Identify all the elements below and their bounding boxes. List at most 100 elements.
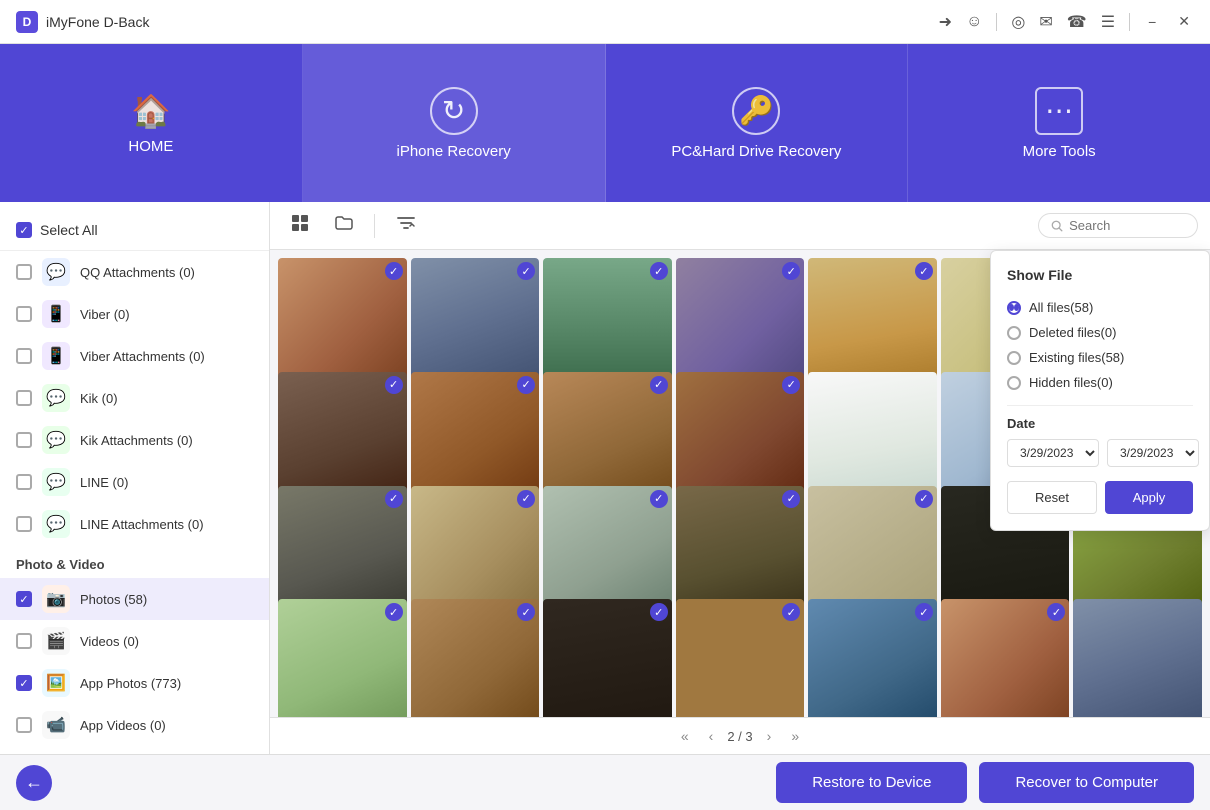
photo-checkmark[interactable]: ✓ bbox=[915, 490, 933, 508]
sidebar-item-kik-attachments[interactable]: 💬 Kik Attachments (0) bbox=[0, 419, 269, 461]
minimize-button[interactable]: − bbox=[1144, 14, 1160, 30]
search-input[interactable] bbox=[1069, 218, 1185, 233]
recover-to-computer-button[interactable]: Recover to Computer bbox=[979, 762, 1194, 803]
sidebar-item-viber-attachments[interactable]: 📱 Viber Attachments (0) bbox=[0, 335, 269, 377]
close-button[interactable]: ✕ bbox=[1174, 13, 1194, 30]
qq-attachments-checkbox[interactable] bbox=[16, 264, 32, 280]
app-videos-checkbox[interactable] bbox=[16, 717, 32, 733]
radio-all-files[interactable] bbox=[1007, 301, 1021, 315]
photo-cell[interactable]: ✓ bbox=[278, 599, 407, 717]
date-from-select[interactable]: 3/29/2023 bbox=[1007, 439, 1099, 467]
select-all-label[interactable]: Select All bbox=[40, 222, 98, 238]
photo-cell[interactable]: ✓ARKive bbox=[543, 486, 672, 615]
radio-hidden-files[interactable] bbox=[1007, 376, 1021, 390]
photo-cell[interactable]: ✓ bbox=[278, 372, 407, 501]
line-attachments-checkbox[interactable] bbox=[16, 516, 32, 532]
sidebar-item-kik[interactable]: 💬 Kik (0) bbox=[0, 377, 269, 419]
sidebar-item-app-photos[interactable]: ✓ 🖼️ App Photos (773) bbox=[0, 662, 269, 704]
photo-checkmark[interactable]: ✓ bbox=[385, 376, 403, 394]
restore-to-device-button[interactable]: Restore to Device bbox=[776, 762, 967, 803]
photo-checkmark[interactable]: ✓ bbox=[915, 262, 933, 280]
kik-checkbox[interactable] bbox=[16, 390, 32, 406]
photo-checkmark[interactable]: ✓ bbox=[650, 490, 668, 508]
nav-pc-recovery[interactable]: 🔑 PC&Hard Drive Recovery bbox=[606, 44, 909, 202]
sidebar-item-qq-attachments[interactable]: 💬 QQ Attachments (0) bbox=[0, 251, 269, 293]
line-checkbox[interactable] bbox=[16, 474, 32, 490]
photo-checkmark[interactable]: ✓ bbox=[385, 490, 403, 508]
filter-option-hidden-files[interactable]: Hidden files(0) bbox=[1007, 370, 1193, 395]
photo-cell[interactable]: ✓ bbox=[278, 258, 407, 387]
photo-checkmark[interactable]: ✓ bbox=[915, 603, 933, 621]
mail-icon[interactable]: ✉ bbox=[1039, 12, 1052, 32]
back-button[interactable]: ← bbox=[16, 765, 52, 801]
photos-checkbox[interactable]: ✓ bbox=[16, 591, 32, 607]
viber-checkbox[interactable] bbox=[16, 306, 32, 322]
radio-deleted-files[interactable] bbox=[1007, 326, 1021, 340]
photo-checkmark[interactable]: ✓ bbox=[650, 262, 668, 280]
last-page-button[interactable]: » bbox=[785, 726, 805, 746]
radio-existing-files[interactable] bbox=[1007, 351, 1021, 365]
photo-cell[interactable]: ✓ bbox=[543, 372, 672, 501]
date-row: 3/29/2023 3/29/2023 bbox=[1007, 439, 1193, 467]
first-page-button[interactable]: « bbox=[675, 726, 695, 746]
app-photos-checkbox[interactable]: ✓ bbox=[16, 675, 32, 691]
location-icon[interactable]: ◎ bbox=[1011, 12, 1025, 32]
date-to-select[interactable]: 3/29/2023 bbox=[1107, 439, 1199, 467]
photo-checkmark[interactable]: ✓ bbox=[385, 262, 403, 280]
filter-option-all-files[interactable]: All files(58) bbox=[1007, 295, 1193, 320]
nav-iphone-recovery[interactable]: ↻ iPhone Recovery bbox=[303, 44, 606, 202]
photo-cell[interactable]: ✓ bbox=[676, 486, 805, 615]
folder-view-button[interactable] bbox=[326, 208, 362, 243]
photo-cell[interactable]: ✓ bbox=[411, 258, 540, 387]
photo-cell[interactable]: ✓ bbox=[676, 372, 805, 501]
sidebar-item-line-attachments[interactable]: 💬 LINE Attachments (0) bbox=[0, 503, 269, 545]
sidebar-item-line[interactable]: 💬 LINE (0) bbox=[0, 461, 269, 503]
select-all-row[interactable]: ✓ Select All bbox=[0, 214, 269, 251]
photo-cell[interactable]: ✓ bbox=[411, 486, 540, 615]
photo-cell[interactable] bbox=[1073, 599, 1202, 717]
photo-cell[interactable]: ✓tree/water bbox=[543, 258, 672, 387]
prev-page-button[interactable]: ‹ bbox=[703, 726, 720, 746]
nav-home[interactable]: 🏠 HOME bbox=[0, 44, 303, 202]
search-box[interactable] bbox=[1038, 213, 1198, 238]
apply-button[interactable]: Apply bbox=[1105, 481, 1193, 514]
photo-cell[interactable]: ✓ bbox=[543, 599, 672, 717]
photo-cell[interactable]: ✓ bbox=[278, 486, 407, 615]
photo-cell[interactable] bbox=[808, 372, 937, 501]
sidebar-item-photos[interactable]: ✓ 📷 Photos (58) bbox=[0, 578, 269, 620]
photo-cell[interactable]: ✓ bbox=[411, 372, 540, 501]
photo-checkmark[interactable]: ✓ bbox=[782, 490, 800, 508]
share-icon[interactable]: ➜ bbox=[939, 12, 952, 32]
select-all-checkbox[interactable]: ✓ bbox=[16, 222, 32, 238]
next-page-button[interactable]: › bbox=[761, 726, 778, 746]
kik-attachments-checkbox[interactable] bbox=[16, 432, 32, 448]
photo-cell[interactable]: ✓ bbox=[941, 599, 1070, 717]
photo-cell[interactable]: ✓sunset bbox=[808, 258, 937, 387]
photo-checkmark[interactable]: ✓ bbox=[385, 603, 403, 621]
photo-checkmark[interactable]: ✓ bbox=[517, 376, 535, 394]
photo-checkmark[interactable]: ✓ bbox=[650, 376, 668, 394]
grid-view-button[interactable] bbox=[282, 208, 318, 243]
photo-cell[interactable]: ✓ bbox=[411, 599, 540, 717]
viber-attachments-checkbox[interactable] bbox=[16, 348, 32, 364]
photo-cell[interactable]: ✓ bbox=[808, 599, 937, 717]
sidebar-item-app-videos[interactable]: 📹 App Videos (0) bbox=[0, 704, 269, 746]
filter-option-deleted-files[interactable]: Deleted files(0) bbox=[1007, 320, 1193, 345]
home-icon: 🏠 bbox=[131, 92, 171, 130]
menu-icon[interactable]: ☰ bbox=[1101, 12, 1115, 32]
photo-cell[interactable]: ✓ bbox=[676, 599, 805, 717]
sidebar-item-videos[interactable]: 🎬 Videos (0) bbox=[0, 620, 269, 662]
sidebar-item-viber[interactable]: 📱 Viber (0) bbox=[0, 293, 269, 335]
photo-checkmark[interactable]: ✓ bbox=[517, 490, 535, 508]
filter-option-existing-files[interactable]: Existing files(58) bbox=[1007, 345, 1193, 370]
filter-up-button[interactable] bbox=[387, 207, 425, 244]
photo-checkmark[interactable]: ✓ bbox=[650, 603, 668, 621]
nav-more-tools[interactable]: ⋯ More Tools bbox=[908, 44, 1210, 202]
reset-button[interactable]: Reset bbox=[1007, 481, 1097, 514]
user-icon[interactable]: ☺ bbox=[966, 13, 982, 31]
chat-icon[interactable]: ☎ bbox=[1067, 12, 1087, 32]
photo-checkmark[interactable]: ✓ bbox=[782, 376, 800, 394]
photo-cell[interactable]: ✓haltnord bbox=[676, 258, 805, 387]
videos-checkbox[interactable] bbox=[16, 633, 32, 649]
photo-cell[interactable]: ✓ bbox=[808, 486, 937, 615]
